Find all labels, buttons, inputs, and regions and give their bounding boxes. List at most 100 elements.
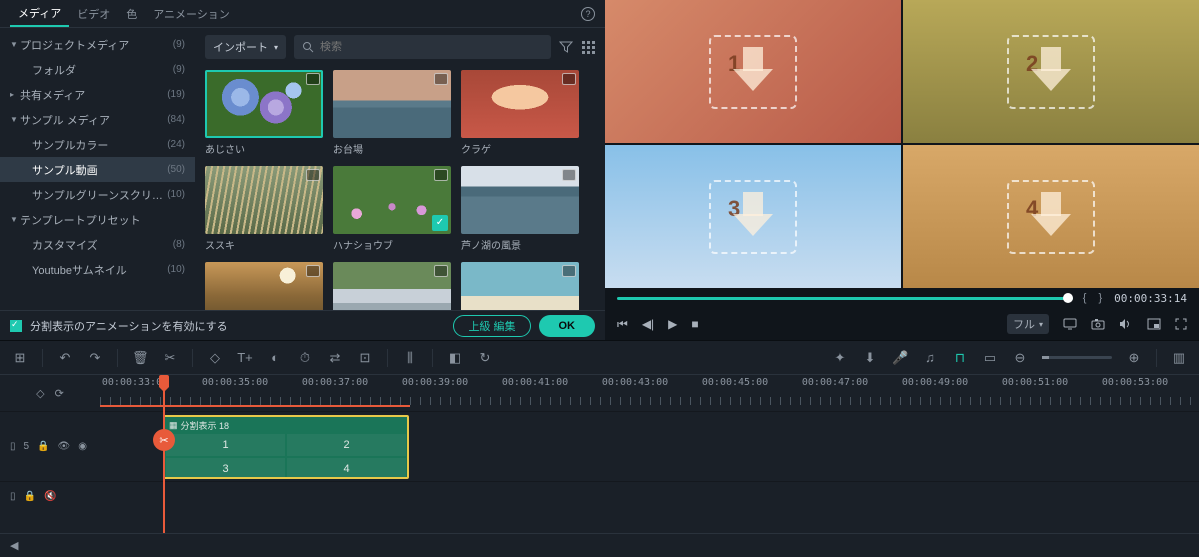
time-ruler[interactable]: 00:00:33:0000:00:35:0000:00:37:0000:00:3… <box>100 375 1199 411</box>
zoom-in-icon[interactable]: ⊕ <box>1126 350 1142 366</box>
visibility-icon[interactable]: ◉ <box>78 441 87 452</box>
sidebar-item[interactable]: フォルダ(9) <box>0 57 195 82</box>
redo-icon[interactable]: ↷ <box>87 350 103 366</box>
frame-icon[interactable]: ▭ <box>982 350 998 366</box>
search-input[interactable] <box>320 41 543 53</box>
magnet-icon[interactable]: ⊓ <box>952 350 968 366</box>
lock-icon[interactable]: 🔒 <box>37 441 49 452</box>
sidebar-item[interactable]: ▼テンプレートプリセット <box>0 207 195 232</box>
music-icon[interactable]: ♫ <box>922 350 938 365</box>
track-icon[interactable]: ⫼ <box>402 350 418 366</box>
media-clip[interactable] <box>205 262 323 310</box>
cell-number: 2 <box>1026 51 1038 77</box>
zoom-slider[interactable] <box>1042 356 1112 359</box>
tab-media[interactable]: メディア <box>10 1 69 27</box>
ok-button[interactable]: OK <box>539 315 596 337</box>
zoom-out-icon[interactable]: ⊖ <box>1012 350 1028 366</box>
play-icon[interactable]: ▶ <box>668 317 677 331</box>
mute-icon[interactable]: 🔇 <box>44 491 56 502</box>
speed-icon[interactable]: ⏱ <box>297 350 313 366</box>
sidebar-item[interactable]: カスタマイズ(8) <box>0 232 195 257</box>
stop-icon[interactable]: ■ <box>691 317 698 331</box>
gear-icon[interactable]: ✦ <box>832 350 848 366</box>
clip-title: 分割表示 18 <box>181 419 230 432</box>
video-badge-icon <box>306 169 320 181</box>
fullscreen-icon[interactable] <box>1175 318 1187 330</box>
pip-icon[interactable] <box>1147 318 1161 330</box>
preview-cell-2[interactable]: 2 <box>903 0 1199 143</box>
timeline-clip[interactable]: ▦分割表示 18 1 2 3 4 <box>163 415 409 479</box>
sidebar-item[interactable]: サンプルカラー(24) <box>0 132 195 157</box>
media-clip[interactable]: あじさい <box>205 70 323 156</box>
audio-track-lane[interactable] <box>100 482 1199 511</box>
filmstrip-icon: ▯ <box>10 441 16 452</box>
media-clip[interactable]: お台場 <box>333 70 451 156</box>
import-button[interactable]: インポート ▾ <box>205 35 286 59</box>
audio-track-head[interactable]: ▯ 🔒 🔇 <box>0 482 100 511</box>
clip-label: ハナショウブ <box>333 237 451 252</box>
animation-checkbox[interactable] <box>10 320 22 332</box>
tab-animation[interactable]: アニメーション <box>145 2 238 26</box>
mark-out-icon[interactable]: } <box>1098 292 1104 304</box>
mixer-icon[interactable]: ◧ <box>447 350 463 366</box>
sidebar-item[interactable]: ▼サンプル メディア(84) <box>0 107 195 132</box>
display-icon[interactable] <box>1063 318 1077 330</box>
scissor-handle[interactable]: ✂ <box>153 429 175 451</box>
text-icon[interactable]: T+ <box>237 350 253 365</box>
video-track-head[interactable]: ▯ 5 🔒 👁 ◉ <box>0 412 100 481</box>
download-icon[interactable]: ⬇ <box>862 350 878 366</box>
playhead[interactable] <box>159 375 169 387</box>
video-badge-icon <box>434 265 448 277</box>
video-badge-icon <box>562 73 576 85</box>
prev-frame-icon[interactable]: ⏮ <box>617 317 628 332</box>
help-icon[interactable]: ? <box>581 7 595 21</box>
preview-cell-1[interactable]: 1 <box>605 0 901 143</box>
palette-icon[interactable]: ◐ <box>267 350 283 365</box>
grid-view-icon[interactable] <box>581 40 595 54</box>
delete-icon[interactable]: 🗑 <box>132 350 148 366</box>
volume-icon[interactable] <box>1119 318 1133 330</box>
link-icon[interactable]: ⇄ <box>327 350 343 366</box>
video-track-lane[interactable]: ▦分割表示 18 1 2 3 4 <box>100 412 1199 481</box>
mute-icon[interactable]: 👁 <box>58 441 71 452</box>
clip-label: お台場 <box>333 141 451 156</box>
media-clip[interactable]: クラゲ <box>461 70 579 156</box>
mic-icon[interactable]: 🎤 <box>892 350 908 366</box>
tab-color[interactable]: 色 <box>118 2 145 26</box>
filter-icon[interactable] <box>559 40 573 54</box>
panel-icon[interactable]: ▥ <box>1171 350 1187 366</box>
snapshot-icon[interactable] <box>1091 318 1105 330</box>
preview-timecode: 00:00:33:14 <box>1114 292 1187 305</box>
media-clip[interactable]: 芦ノ湖の風景 <box>461 166 579 252</box>
clip-cell: 3 <box>165 457 286 479</box>
sidebar-item[interactable]: ▸共有メディア(19) <box>0 82 195 107</box>
refresh-icon[interactable]: ↻ <box>477 350 493 366</box>
advanced-edit-button[interactable]: 上級 編集 <box>453 315 530 337</box>
marker-icon[interactable]: ◇ <box>207 350 223 366</box>
lock-icon[interactable]: 🔒 <box>24 491 36 502</box>
media-clip[interactable]: ✓ハナショウブ <box>333 166 451 252</box>
search-field[interactable] <box>294 35 551 59</box>
quality-select[interactable]: フル▾ <box>1007 314 1049 334</box>
cut-icon[interactable]: ✂ <box>162 350 178 366</box>
step-back-icon[interactable]: ◀| <box>642 317 654 331</box>
preview-cell-4[interactable]: 4 <box>903 145 1199 288</box>
marker-toggle-icon[interactable]: ◇ <box>36 387 44 400</box>
media-clip[interactable]: ⬇ <box>461 262 579 310</box>
media-clip[interactable]: ススキ <box>205 166 323 252</box>
link-toggle-icon[interactable]: ⟳ <box>55 387 64 400</box>
crop-icon[interactable]: ⊡ <box>357 350 373 366</box>
sidebar-item[interactable]: Youtubeサムネイル(10) <box>0 257 195 282</box>
tab-video[interactable]: ビデオ <box>69 2 118 26</box>
scrub-handle[interactable] <box>1063 293 1073 303</box>
preview-cell-3[interactable]: 3 <box>605 145 901 288</box>
scroll-left-icon[interactable]: ◀ <box>10 539 18 552</box>
preview-scrubber[interactable]: { } 00:00:33:14 <box>605 288 1199 308</box>
sidebar-item[interactable]: ▼プロジェクトメディア(9) <box>0 32 195 57</box>
mark-in-icon[interactable]: { <box>1083 292 1089 304</box>
media-clip[interactable] <box>333 262 451 310</box>
sidebar-item[interactable]: サンプルグリーンスクリーン(10) <box>0 182 195 207</box>
sidebar-item[interactable]: サンプル動画(50) <box>0 157 195 182</box>
expand-icon[interactable]: ⊞ <box>12 350 28 366</box>
undo-icon[interactable]: ↶ <box>57 350 73 366</box>
